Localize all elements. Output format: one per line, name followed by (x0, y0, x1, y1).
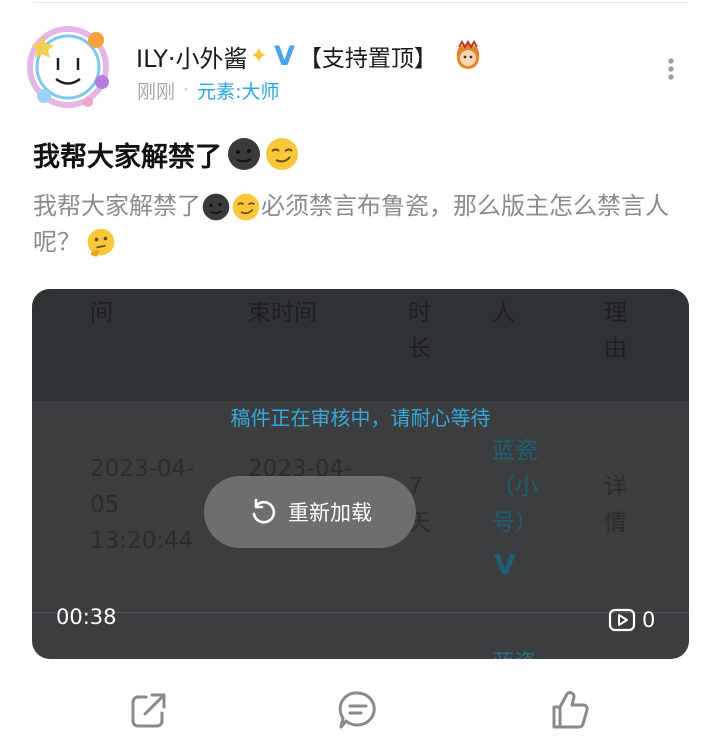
thinking-face-emoji (87, 228, 115, 257)
moon-face-emoji (228, 138, 260, 170)
reload-label: 重新加载 (288, 501, 372, 525)
post-title: 我帮大家解禁了 (33, 134, 300, 174)
pin-label: 【支持置顶】 (298, 46, 437, 72)
more-icon[interactable] (660, 56, 682, 86)
table-header-cell: 理由 (604, 300, 627, 362)
table-header-cell: 人 (492, 300, 515, 326)
progress-track[interactable] (32, 612, 689, 613)
like-icon[interactable] (548, 688, 592, 732)
avatar[interactable] (24, 22, 112, 110)
divider (33, 2, 688, 3)
row-start-time: 2023-04-05 13:20:44 (90, 456, 195, 554)
table-header-cell: 时长 (408, 300, 431, 362)
row-reason: 详情 (604, 474, 627, 536)
table-header-band (32, 289, 689, 401)
share-icon[interactable] (126, 688, 170, 732)
post-body: 我帮大家解禁了 必须禁言布鲁瓷，那么版主怎么禁言人呢？ (33, 188, 673, 260)
play-count: 0 (608, 605, 655, 635)
play-count-value: 0 (642, 608, 656, 632)
row-person-badge: V (494, 548, 516, 581)
smirk-face-emoji (266, 138, 298, 170)
reload-button[interactable]: 重新加载 (204, 476, 416, 548)
sparkle-icon: ✦ (249, 43, 268, 69)
table-header-cell: 束时间 (248, 300, 317, 326)
author-name-row: ILY·小外酱 ✦ V 【支持置顶】 (136, 38, 485, 74)
peek-text: 蓝瓷 (492, 645, 536, 659)
username[interactable]: ILY·小外酱 (136, 39, 248, 74)
video-player[interactable]: 间 束时间 时长 人 理由 2023-04-05 13:20:44 2023-0… (32, 289, 689, 659)
smirk-face-emoji (232, 193, 260, 221)
comment-icon[interactable] (336, 688, 380, 732)
table-header-cell: 间 (90, 300, 113, 326)
post-title-text: 我帮大家解禁了 (33, 141, 222, 173)
row-person: 蓝瓷（小号） (492, 438, 538, 536)
verified-icon: V (274, 40, 295, 72)
play-icon (608, 608, 636, 632)
reload-icon (252, 498, 276, 524)
video-duration: 00:38 (56, 605, 117, 629)
post-time: 刚刚 (137, 80, 176, 103)
badge-icon (456, 40, 480, 69)
review-notice: 稿件正在审核中，请耐心等待 (230, 406, 491, 430)
element-tag[interactable]: 元素:大师 (197, 77, 279, 104)
post-meta: 刚刚 · 元素:大师 (137, 76, 279, 104)
moon-face-emoji (202, 193, 230, 221)
meta-separator: · (183, 79, 190, 101)
post-body-text-1: 我帮大家解禁了 (33, 192, 201, 220)
